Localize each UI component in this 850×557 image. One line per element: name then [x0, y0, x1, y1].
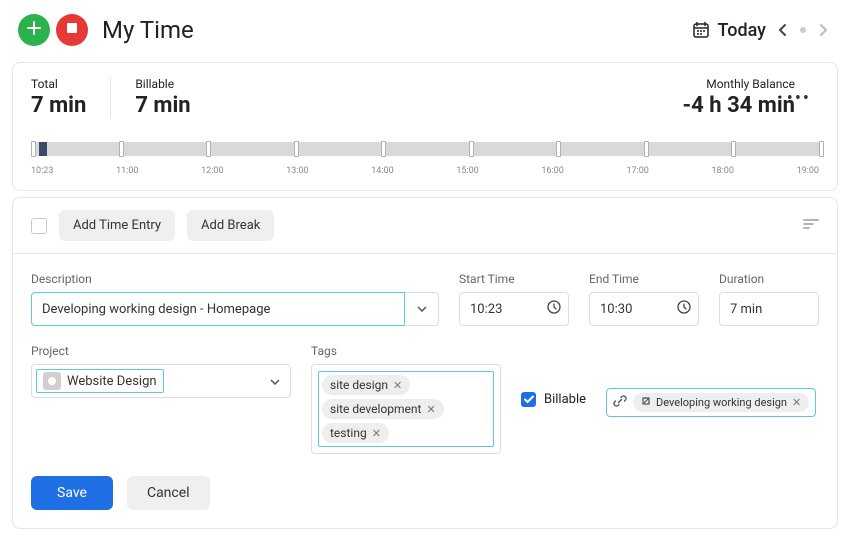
cancel-button[interactable]: Cancel [127, 476, 210, 510]
remove-tag-button[interactable]: ✕ [426, 403, 435, 416]
tag-pill: testing ✕ [322, 423, 389, 443]
start-time-label: Start Time [459, 272, 569, 286]
timeline-tick-mark [644, 141, 649, 157]
timeline-tick-label: 18:00 [712, 166, 734, 176]
save-button[interactable]: Save [31, 476, 113, 510]
timeline-tick-mark [469, 141, 474, 157]
remove-tag-button[interactable]: ✕ [393, 379, 402, 392]
description-label: Description [31, 272, 439, 286]
description-input[interactable]: Developing working design - Homepage [31, 292, 405, 326]
timeline-tick-mark [31, 141, 36, 157]
timeline-entry[interactable] [39, 142, 47, 156]
today-button[interactable]: Today [718, 20, 767, 41]
linked-task-name: Developing working design [656, 396, 787, 409]
stat-divider [110, 77, 111, 118]
timeline-tick-mark [556, 141, 561, 157]
billable-label: Billable [135, 77, 190, 91]
timeline-tick-label: 14:00 [371, 166, 393, 176]
clock-icon [677, 300, 691, 318]
chevron-down-icon [270, 374, 280, 389]
external-link-icon [641, 396, 651, 409]
nav-dot [800, 27, 806, 33]
balance-label: Monthly Balance [683, 77, 795, 91]
project-color-icon [43, 372, 61, 390]
project-select[interactable]: Website Design [31, 364, 291, 398]
timeline-tick-label: 19:00 [797, 166, 819, 176]
timeline-tick-label: 10:23 [31, 166, 53, 176]
plus-icon [27, 21, 41, 39]
timeline-tick-label: 17:00 [626, 166, 648, 176]
page-title: My Time [102, 16, 194, 44]
timeline-track[interactable] [31, 142, 819, 160]
end-time-label: End Time [589, 272, 699, 286]
billable-checkbox-label: Billable [544, 392, 586, 407]
billable-value: 7 min [135, 93, 190, 118]
stop-timer-button[interactable] [56, 14, 88, 46]
billable-checkbox[interactable] [521, 392, 536, 407]
timeline-tick-label: 11:00 [116, 166, 138, 176]
description-dropdown-button[interactable] [405, 292, 439, 326]
timeline-tick-mark [819, 141, 824, 157]
remove-link-button[interactable]: ✕ [792, 396, 801, 409]
project-label: Project [31, 344, 291, 358]
tags-label: Tags [311, 344, 501, 358]
duration-label: Duration [719, 272, 819, 286]
new-entry-button[interactable] [18, 14, 50, 46]
linked-task-input[interactable]: Developing working design ✕ [606, 388, 816, 417]
timeline-tick-mark [119, 141, 124, 157]
stop-icon [66, 22, 78, 38]
balance-value: -4 h 34 min [683, 93, 795, 118]
timeline-tick-label: 12:00 [201, 166, 223, 176]
remove-tag-button[interactable]: ✕ [372, 427, 381, 440]
total-value: 7 min [31, 93, 86, 118]
select-all-checkbox[interactable] [31, 218, 47, 234]
timeline-tick-mark [294, 141, 299, 157]
timeline-tick-label: 13:00 [286, 166, 308, 176]
tag-pill: site design ✕ [322, 375, 410, 395]
tag-label: site design [330, 378, 388, 392]
sort-icon[interactable] [803, 217, 819, 235]
project-value: Website Design [67, 374, 157, 389]
timeline-tick-mark [731, 141, 736, 157]
tag-pill: site development ✕ [322, 399, 444, 419]
timeline-tick-mark [381, 141, 386, 157]
tag-label: site development [330, 402, 421, 416]
link-icon [613, 394, 627, 412]
calendar-icon [692, 21, 710, 39]
clock-icon [547, 300, 561, 318]
tags-input[interactable]: site design ✕ site development ✕ testing ✕ [311, 364, 501, 454]
timeline-tick-label: 16:00 [541, 166, 563, 176]
timeline-tick-label: 15:00 [456, 166, 478, 176]
add-time-entry-button[interactable]: Add Time Entry [59, 210, 175, 241]
timeline-tick-mark [206, 141, 211, 157]
add-break-button[interactable]: Add Break [187, 210, 274, 241]
tag-label: testing [330, 426, 367, 440]
duration-input[interactable]: 7 min [719, 292, 819, 326]
total-label: Total [31, 77, 86, 91]
prev-day-button[interactable] [774, 21, 792, 39]
next-day-button[interactable] [814, 21, 832, 39]
